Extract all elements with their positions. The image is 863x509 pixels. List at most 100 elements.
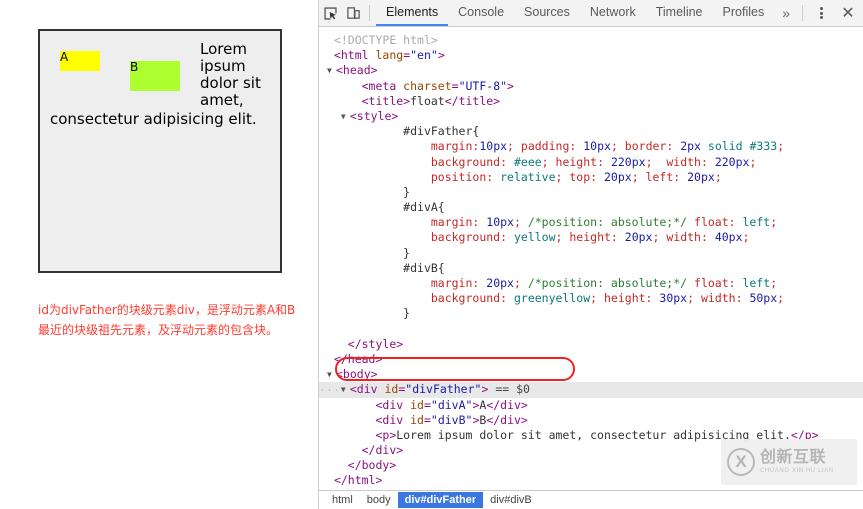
code-token: solid bbox=[707, 139, 743, 154]
dom-tree-row[interactable]: margin: 10px; /*position: absolute;*/ fl… bbox=[319, 215, 863, 230]
code-token: : bbox=[700, 154, 715, 169]
tab-elements[interactable]: Elements bbox=[376, 0, 449, 26]
device-toolbar-icon[interactable] bbox=[342, 0, 365, 26]
dom-tree-row[interactable]: <meta charset="UTF-8"> bbox=[319, 79, 863, 94]
disclosure-triangle-icon[interactable]: ▼ bbox=[341, 382, 350, 397]
code-token: margin bbox=[430, 276, 473, 290]
dom-tree-row[interactable]: margin:10px; padding: 10px; border: 2px … bbox=[319, 139, 863, 154]
dom-tree-row[interactable]: ▼ <head> bbox=[319, 63, 863, 78]
dom-tree-row[interactable]: #divA{ bbox=[319, 200, 863, 215]
code-token: ; bbox=[777, 139, 785, 154]
inspect-element-icon[interactable] bbox=[319, 0, 342, 26]
code-token: lang bbox=[375, 48, 404, 63]
code-token: == $0 bbox=[488, 382, 530, 397]
code-token: <head> bbox=[336, 63, 378, 78]
disclosure-triangle-icon[interactable]: ▼ bbox=[327, 63, 336, 78]
dom-tree-row[interactable]: ▼ <body> bbox=[319, 367, 863, 382]
code-token: float bbox=[694, 215, 729, 230]
close-icon[interactable]: ✕ bbox=[833, 0, 863, 26]
code-token: } bbox=[403, 245, 411, 260]
dom-tree-row[interactable]: background: yellow; height: 20px; width:… bbox=[319, 230, 863, 245]
dom-tree-row[interactable]: background: #eee; height: 220px; width: … bbox=[319, 155, 863, 170]
breadcrumb-item-div-b[interactable]: div#divB bbox=[483, 492, 539, 508]
code-token: <style> bbox=[349, 108, 399, 123]
dom-tree-row[interactable]: } bbox=[319, 306, 863, 321]
code-token: background bbox=[430, 230, 501, 245]
dom-tree-row[interactable]: </head> bbox=[319, 352, 863, 367]
code-token: "UTF-8" bbox=[458, 78, 508, 93]
tab-console[interactable]: Console bbox=[448, 0, 514, 26]
code-token: yellow bbox=[513, 230, 556, 245]
more-tabs-chevron-icon[interactable]: » bbox=[774, 0, 798, 26]
dom-tree-row[interactable]: <div id="divA">A</div> bbox=[319, 398, 863, 413]
code-token: id bbox=[410, 397, 424, 412]
breadcrumb-item-html[interactable]: html bbox=[325, 492, 360, 508]
code-token: : bbox=[673, 169, 688, 184]
breadcrumb-item-div-father[interactable]: div#divFather bbox=[397, 492, 484, 508]
code-token: : bbox=[500, 291, 514, 306]
code-token: ; bbox=[645, 154, 667, 169]
dom-tree-row[interactable]: background: greenyellow; height: 30px; w… bbox=[319, 291, 863, 306]
code-token: 50px bbox=[749, 291, 778, 306]
code-token: ; bbox=[507, 139, 521, 154]
dom-tree-row[interactable]: } bbox=[319, 185, 863, 200]
code-token: : bbox=[666, 139, 681, 154]
dom-tree-row[interactable]: position: relative; top: 20px; left: 20p… bbox=[319, 170, 863, 185]
dom-tree-row[interactable]: margin: 20px; /*position: absolute;*/ fl… bbox=[319, 276, 863, 291]
code-token: background bbox=[430, 291, 501, 306]
kebab-menu-icon[interactable] bbox=[809, 0, 833, 26]
page-preview-pane: A B Lorem ipsum dolor sit amet, consecte… bbox=[0, 0, 318, 509]
code-token: ; bbox=[555, 230, 570, 245]
code-token: <p> bbox=[375, 427, 397, 442]
dom-tree-row[interactable]: <html lang="en"> bbox=[319, 48, 863, 63]
dom-tree-row[interactable] bbox=[319, 322, 863, 337]
code-token: </html> bbox=[333, 473, 383, 488]
dom-tree-row[interactable]: <title>float</title> bbox=[319, 94, 863, 109]
tab-profiles[interactable]: Profiles bbox=[713, 0, 775, 26]
code-token: 30px bbox=[659, 291, 688, 306]
code-token: : bbox=[610, 230, 625, 245]
dom-tree-row[interactable]: </style> bbox=[319, 337, 863, 352]
code-token: ; bbox=[687, 291, 701, 306]
tab-sources[interactable]: Sources bbox=[514, 0, 580, 26]
dom-tree-row[interactable]: ▼ <style> bbox=[319, 109, 863, 124]
code-token: <div bbox=[375, 397, 411, 412]
breadcrumb: html body div#divFather div#divB bbox=[319, 490, 863, 509]
code-token: ; bbox=[590, 291, 604, 306]
code-token: width bbox=[700, 291, 736, 306]
dom-tree-row-selected[interactable]: ··· ▼ <div id="divFather"> == $0 bbox=[319, 382, 863, 398]
breadcrumb-item-body[interactable]: body bbox=[360, 492, 398, 508]
code-token: <meta bbox=[361, 78, 404, 93]
code-token: ; bbox=[610, 139, 625, 154]
code-token: left bbox=[742, 215, 771, 230]
code-token: ; bbox=[513, 276, 528, 290]
div-father-box: A B Lorem ipsum dolor sit amet, consecte… bbox=[38, 29, 282, 273]
disclosure-triangle-icon[interactable]: ▼ bbox=[327, 367, 336, 382]
dom-tree-row[interactable]: <div id="divB">B</div> bbox=[319, 413, 863, 428]
code-token: id bbox=[410, 412, 424, 427]
tab-network[interactable]: Network bbox=[580, 0, 646, 26]
code-token: </head> bbox=[333, 351, 383, 366]
disclosure-triangle-icon[interactable]: ▼ bbox=[341, 109, 350, 124]
code-token: padding bbox=[520, 139, 570, 154]
dom-tree-row[interactable]: <!DOCTYPE html> bbox=[319, 33, 863, 48]
tab-timeline[interactable]: Timeline bbox=[646, 0, 713, 26]
dom-tree-view[interactable]: <!DOCTYPE html> <html lang="en"> ▼ <head> … bbox=[319, 27, 863, 490]
code-token: > bbox=[437, 48, 445, 63]
code-token: left bbox=[645, 169, 674, 184]
code-token: ; bbox=[513, 215, 528, 230]
code-token: id bbox=[384, 382, 399, 397]
dom-tree-row[interactable]: #divB{ bbox=[319, 261, 863, 276]
dom-tree-row[interactable]: } bbox=[319, 246, 863, 261]
code-token: float bbox=[694, 276, 729, 290]
dom-tree-row[interactable]: #divFather{ bbox=[319, 124, 863, 139]
code-token: /*position: absolute;*/ bbox=[527, 276, 688, 290]
